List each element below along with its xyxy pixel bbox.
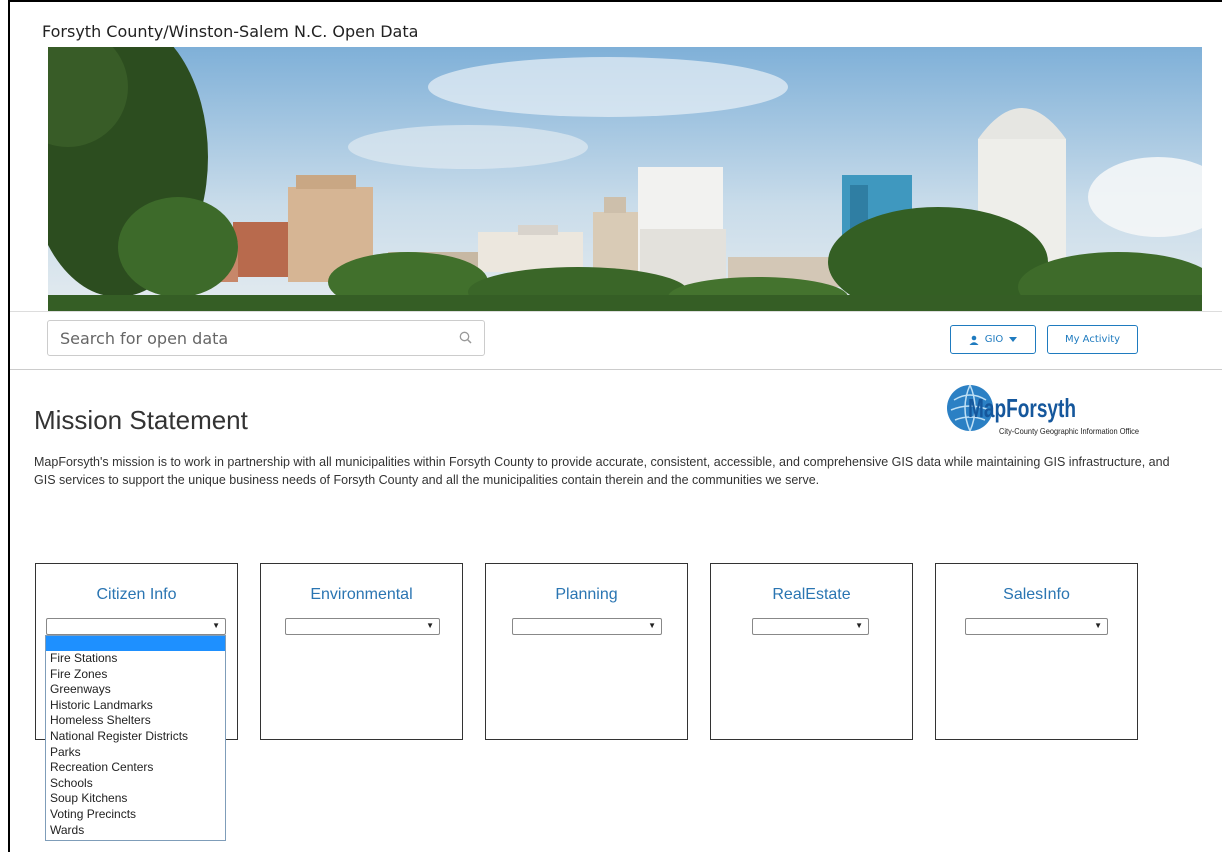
skyline-banner-image xyxy=(48,47,1202,311)
toolbar-divider-bottom xyxy=(10,369,1222,370)
category-card-planning: Planning ▼ xyxy=(485,563,688,740)
realestate-select[interactable]: ▼ xyxy=(752,618,869,635)
dropdown-arrow-icon: ▼ xyxy=(426,621,434,630)
svg-text:City-County Geographic Informa: City-County Geographic Information Offic… xyxy=(999,426,1139,436)
dropdown-arrow-icon: ▼ xyxy=(1094,621,1102,630)
category-title: Citizen Info xyxy=(96,586,177,603)
dropdown-option[interactable]: Recreation Centers xyxy=(46,760,225,776)
search-field[interactable] xyxy=(47,320,485,356)
category-title: Planning xyxy=(555,586,618,603)
dropdown-option[interactable]: National Register Districts xyxy=(46,729,225,745)
user-menu-label: GIO xyxy=(984,334,1004,345)
dropdown-option[interactable]: Homeless Shelters xyxy=(46,713,225,729)
search-input[interactable] xyxy=(48,321,448,355)
category-card-salesinfo: SalesInfo ▼ xyxy=(935,563,1138,740)
dropdown-option-blank[interactable] xyxy=(46,636,225,651)
dropdown-option[interactable]: Soup Kitchens xyxy=(46,791,225,807)
caret-down-icon xyxy=(1009,337,1018,342)
user-icon xyxy=(969,335,979,345)
citizen-info-select[interactable]: ▼ xyxy=(46,618,226,635)
planning-select[interactable]: ▼ xyxy=(512,618,662,635)
dropdown-option[interactable]: Fire Stations xyxy=(46,651,225,667)
dropdown-option[interactable]: Schools xyxy=(46,776,225,792)
citizen-info-dropdown-list[interactable]: Fire Stations Fire Zones Greenways Histo… xyxy=(45,635,226,841)
dropdown-option[interactable]: Historic Landmarks xyxy=(46,698,225,714)
site-title[interactable]: Forsyth County/Winston-Salem N.C. Open D… xyxy=(42,22,418,41)
toolbar-divider-top xyxy=(10,311,1222,312)
svg-text:MapForsyth: MapForsyth xyxy=(968,393,1076,423)
environmental-select[interactable]: ▼ xyxy=(285,618,440,635)
dropdown-option[interactable]: Greenways xyxy=(46,682,225,698)
category-card-realestate: RealEstate ▼ xyxy=(710,563,913,740)
dropdown-option[interactable]: Voting Precincts xyxy=(46,807,225,823)
mission-statement-text: MapForsyth's mission is to work in partn… xyxy=(34,455,1170,487)
dropdown-arrow-icon: ▼ xyxy=(212,621,220,630)
search-icon[interactable] xyxy=(458,330,474,346)
salesinfo-select[interactable]: ▼ xyxy=(965,618,1108,635)
my-activity-button[interactable]: My Activity xyxy=(1047,325,1138,354)
category-title: RealEstate xyxy=(772,586,851,603)
dropdown-arrow-icon: ▼ xyxy=(648,621,656,630)
mapforsyth-logo: MapForsyth City-County Geographic Inform… xyxy=(946,376,1140,444)
dropdown-option[interactable]: Wards xyxy=(46,823,225,839)
dropdown-option[interactable]: Fire Zones xyxy=(46,667,225,683)
category-card-environmental: Environmental ▼ xyxy=(260,563,463,740)
dropdown-option[interactable]: Parks xyxy=(46,745,225,761)
dropdown-arrow-icon: ▼ xyxy=(855,621,863,630)
category-title: Environmental xyxy=(310,586,413,603)
category-title: SalesInfo xyxy=(1003,586,1070,603)
mission-title: Mission Statement xyxy=(34,405,248,435)
user-menu-button[interactable]: GIO xyxy=(950,325,1036,354)
